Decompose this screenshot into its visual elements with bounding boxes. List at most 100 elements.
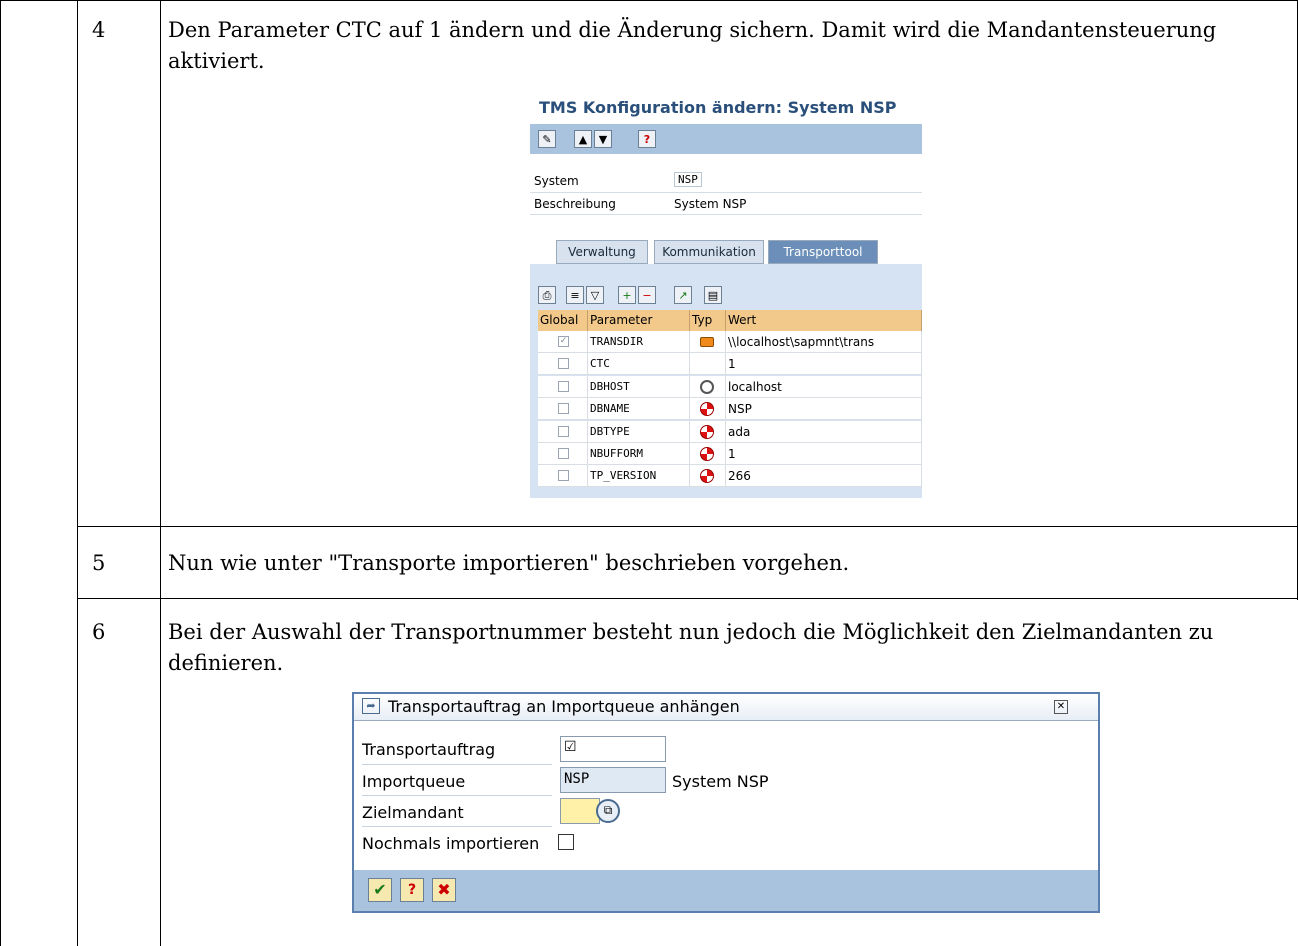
value-help-icon[interactable]: ⧉: [596, 799, 620, 823]
importqueue-input: NSP: [560, 767, 666, 793]
global-checkbox[interactable]: ✓: [558, 336, 569, 347]
nochmals-checkbox[interactable]: [558, 834, 574, 850]
table-row[interactable]: DBNAME NSP: [538, 398, 922, 421]
table-col-divider-1: [77, 0, 78, 946]
global-cell: [538, 398, 588, 421]
typ-cell: [690, 398, 726, 421]
typ-cell: [690, 420, 726, 443]
filter-icon[interactable]: ▽: [586, 286, 604, 304]
step-text: Nun wie unter "Transporte importieren" b…: [168, 551, 850, 575]
global-cell: [538, 353, 588, 376]
table-row[interactable]: ✓ TRANSDIR \\localhost\sapmnt\trans: [538, 331, 922, 353]
table-row[interactable]: DBHOST localhost: [538, 375, 922, 398]
parameter-cell: DBNAME: [588, 398, 690, 421]
lifebuoy-icon: [700, 424, 714, 439]
insert-row-icon[interactable]: +: [618, 286, 636, 304]
field-divider: [530, 214, 922, 215]
field-label-transportauftrag: Transportauftrag: [362, 740, 496, 759]
global-checkbox[interactable]: [558, 380, 569, 392]
row-divider-2: [77, 598, 1298, 599]
table-row[interactable]: DBTYPE ada: [538, 420, 922, 443]
close-icon[interactable]: ✕: [1054, 700, 1068, 714]
zielmandant-input[interactable]: [560, 798, 600, 824]
table-row[interactable]: CTC 1: [538, 353, 922, 376]
wert-cell: 1: [726, 353, 922, 376]
global-checkbox[interactable]: [558, 448, 569, 459]
global-checkbox[interactable]: [558, 403, 569, 415]
typ-cell: [690, 465, 726, 488]
global-cell: [538, 375, 588, 398]
dialog-title: Transportauftrag an Importqueue anhängen: [388, 697, 740, 716]
cancel-icon[interactable]: ✖: [432, 878, 456, 902]
typ-cell: [690, 353, 726, 376]
global-cell: ✓: [538, 331, 588, 353]
layout-icon[interactable]: ▤: [704, 286, 722, 304]
global-checkbox[interactable]: [558, 470, 569, 482]
field-divider: [362, 764, 552, 765]
lifebuoy-icon: [700, 469, 714, 484]
col-header-parameter: Parameter: [588, 310, 690, 331]
tab-strip: Verwaltung Kommunikation Transporttool: [530, 240, 922, 266]
table-row[interactable]: TP_VERSION 266: [538, 465, 922, 488]
folder-icon: [700, 337, 714, 347]
col-header-wert: Wert: [726, 310, 922, 331]
wert-cell: 1: [726, 443, 922, 465]
field-label-description: Beschreibung: [534, 197, 616, 211]
confirm-icon[interactable]: ✔: [368, 878, 392, 902]
global-cell: [538, 465, 588, 488]
field-label-nochmals: Nochmals importieren: [362, 834, 540, 853]
parameter-cell: DBTYPE: [588, 420, 690, 443]
tms-title: TMS Konfiguration ändern: System NSP: [539, 98, 897, 117]
row-divider-1: [77, 526, 1298, 527]
sort-icon[interactable]: ≡: [566, 286, 584, 304]
typ-cell: [690, 375, 726, 398]
typ-cell: [690, 331, 726, 353]
network-icon: [700, 379, 714, 394]
transportauftrag-input[interactable]: ☑: [560, 736, 666, 762]
arrow-down-icon[interactable]: ▼: [594, 130, 612, 148]
table-col-divider-2: [160, 0, 161, 946]
wert-cell: \\localhost\sapmnt\trans: [726, 331, 922, 353]
field-value-description: System NSP: [674, 197, 747, 211]
field-divider: [362, 795, 552, 796]
wert-cell: localhost: [726, 375, 922, 398]
wert-cell: NSP: [726, 398, 922, 421]
wert-cell: 266: [726, 465, 922, 488]
tab-verwaltung[interactable]: Verwaltung: [556, 240, 648, 264]
field-value-system: NSP: [674, 172, 702, 187]
tms-toolbar: ✎ ▲ ▼ ?: [530, 124, 922, 154]
importqueue-description: System NSP: [672, 772, 769, 791]
field-divider: [530, 192, 922, 193]
global-cell: [538, 420, 588, 443]
checkbox-icon: ☑: [564, 739, 577, 755]
help-icon[interactable]: ?: [638, 130, 656, 148]
tms-config-screenshot: TMS Konfiguration ändern: System NSP ✎ ▲…: [530, 96, 922, 498]
tab-kommunikation[interactable]: Kommunikation: [654, 240, 764, 264]
step-number: 4: [92, 18, 106, 42]
lifebuoy-icon: [700, 402, 714, 417]
edit-icon[interactable]: ✎: [538, 130, 556, 148]
arrow-up-icon[interactable]: ▲: [574, 130, 592, 148]
step-text: Den Parameter CTC auf 1 ändern und die Ä…: [168, 18, 1217, 73]
help-icon[interactable]: ?: [400, 878, 424, 902]
parameter-cell: DBHOST: [588, 375, 690, 398]
field-label-zielmandant: Zielmandant: [362, 803, 464, 822]
field-label-system: System: [534, 174, 579, 188]
typ-cell: [690, 443, 726, 465]
parameter-cell: NBUFFORM: [588, 443, 690, 465]
dialog-footer: ✔ ? ✖: [354, 870, 1098, 911]
field-divider: [362, 826, 552, 827]
tab-transporttool[interactable]: Transporttool: [768, 240, 878, 264]
delete-row-icon[interactable]: −: [638, 286, 656, 304]
col-header-typ: Typ: [690, 310, 726, 331]
global-cell: [538, 443, 588, 465]
table-border-top: [0, 0, 1298, 1]
wert-cell: ada: [726, 420, 922, 443]
global-checkbox[interactable]: [558, 358, 569, 370]
global-checkbox[interactable]: [558, 425, 569, 437]
field-label-importqueue: Importqueue: [362, 772, 466, 791]
export-icon[interactable]: ↗: [674, 286, 692, 304]
parameter-cell: CTC: [588, 353, 690, 376]
details-icon[interactable]: ⎙: [538, 286, 556, 304]
table-row[interactable]: NBUFFORM 1: [538, 443, 922, 465]
